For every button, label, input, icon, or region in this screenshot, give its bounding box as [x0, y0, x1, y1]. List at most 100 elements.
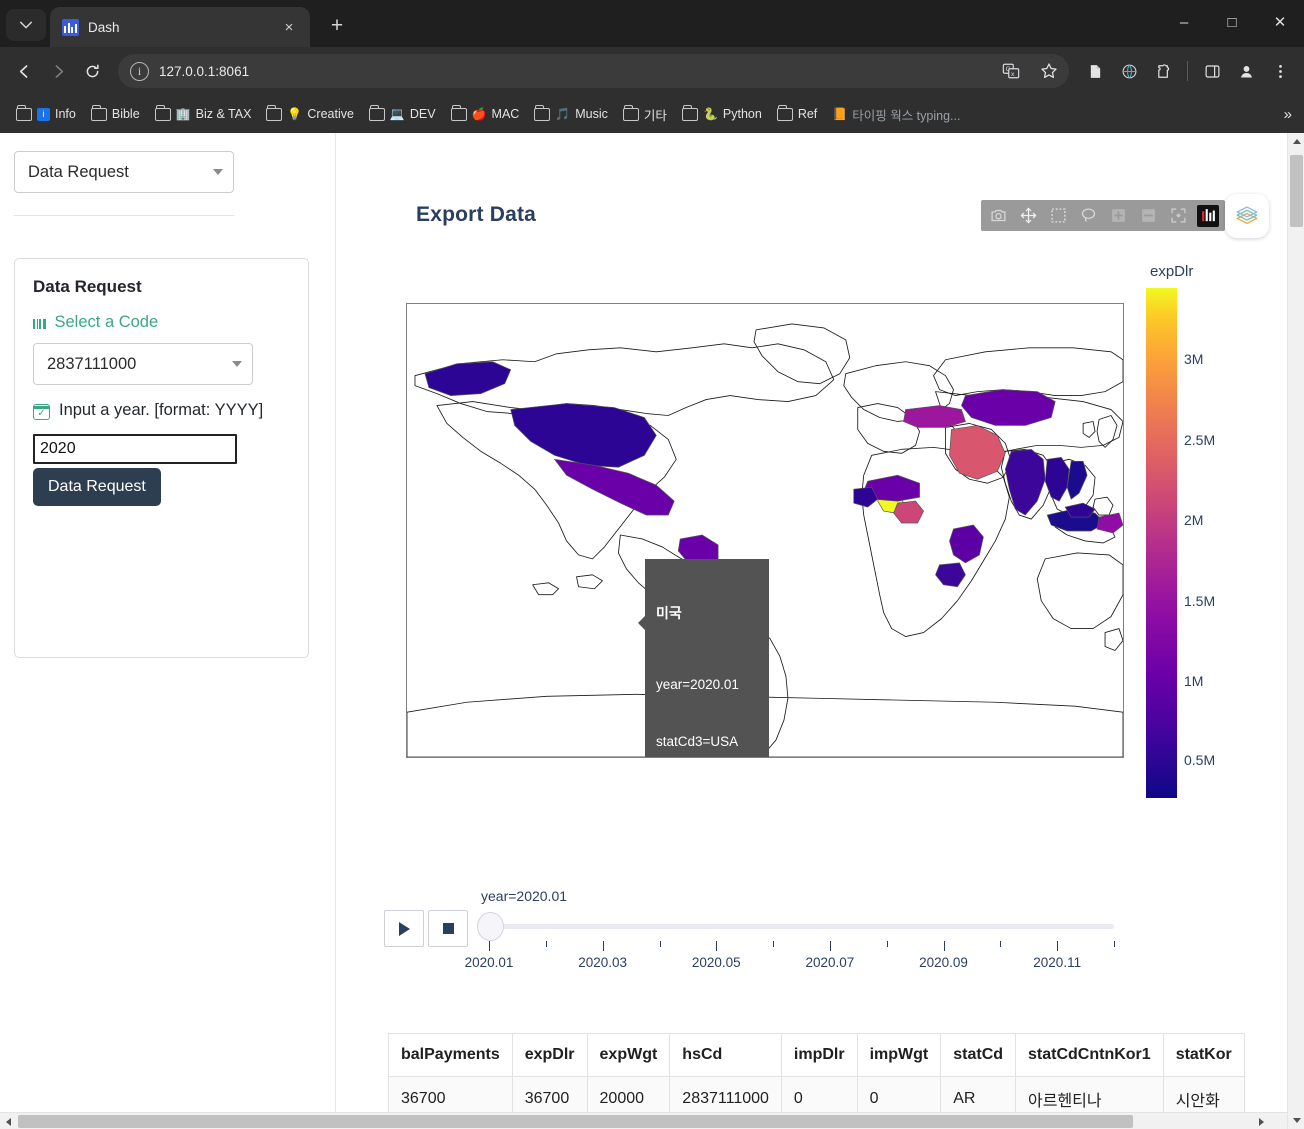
bookmark-item[interactable]: Bible [84, 103, 147, 125]
year-input[interactable] [33, 434, 237, 464]
column-header[interactable]: expWgt [587, 1034, 670, 1077]
map-country-usa[interactable] [511, 404, 657, 468]
bookmark-item[interactable]: i Info [9, 103, 83, 125]
browser-window: Dash × + – □ ✕ i 127.0.0.1:8061 Gx [0, 0, 1304, 1129]
slider-tick-label: 2020.07 [805, 955, 854, 970]
close-icon[interactable]: × [278, 16, 300, 38]
bookmark-item[interactable]: 💻 DEV [362, 103, 443, 125]
bookmarks-overflow-button[interactable]: » [1278, 104, 1298, 125]
page-viewport: Data Request Data Request Select a Code … [0, 133, 1304, 1129]
map-country-turkey[interactable] [904, 406, 966, 428]
scroll-down-arrow[interactable] [1288, 1112, 1304, 1129]
box-select-icon[interactable] [1047, 205, 1069, 227]
reload-icon[interactable] [76, 55, 108, 87]
vertical-scrollbar[interactable] [1287, 133, 1304, 1129]
bookmark-item[interactable]: 🐍 Python [675, 103, 769, 125]
page-select-value: Data Request [28, 163, 213, 182]
bookmark-item[interactable]: 기타 [616, 101, 674, 128]
bookmark-item[interactable]: 🏢 Biz & TAX [148, 103, 259, 125]
map-country-india[interactable] [1005, 449, 1045, 515]
map-country-borneo[interactable] [1065, 503, 1095, 517]
reading-list-icon[interactable] [1079, 55, 1111, 87]
column-header[interactable]: statCd [941, 1034, 1016, 1077]
map-country-papua-new-guinea[interactable] [1097, 513, 1123, 533]
autoscale-icon[interactable] [1167, 205, 1189, 227]
colorbar-tick: 3M [1184, 351, 1203, 367]
animation-slider-handle[interactable] [477, 912, 504, 941]
page-select-dropdown[interactable]: Data Request [14, 151, 234, 193]
map-country-usa-alaska[interactable] [425, 362, 511, 396]
plotly-logo-icon[interactable] [1225, 194, 1269, 238]
building-icon: 🏢 [176, 108, 191, 120]
profile-avatar-icon[interactable] [1230, 55, 1262, 87]
choropleth-map[interactable]: 미국 year=2020.01 statCd3=USA expDlr=173.7… [406, 303, 1124, 758]
browser-tab[interactable]: Dash × [50, 7, 310, 47]
translate-icon[interactable]: Gx [997, 57, 1025, 85]
column-header[interactable]: expDlr [512, 1034, 587, 1077]
colorbar-tick: 1.5M [1184, 593, 1215, 609]
map-country-zimbabwe[interactable] [936, 563, 966, 587]
column-header[interactable]: hsCd [670, 1034, 782, 1077]
address-bar[interactable]: i 127.0.0.1:8061 Gx [118, 54, 1069, 88]
back-arrow-icon[interactable] [8, 55, 40, 87]
chevron-down-icon [232, 361, 242, 367]
column-header[interactable]: impDlr [781, 1034, 857, 1077]
table-cell: 아르헨티나 [1016, 1077, 1164, 1113]
chevron-down-icon [213, 169, 223, 175]
browser-toolbar: i 127.0.0.1:8061 Gx [0, 47, 1304, 95]
data-table[interactable]: balPayments expDlr expWgt hsCd impDlr im… [388, 1033, 1287, 1112]
bookmark-item[interactable]: Ref [770, 103, 824, 125]
bookmark-item[interactable]: 📙 타이핑 웍스 typing... [825, 101, 967, 128]
horizontal-scrollbar[interactable] [0, 1112, 1287, 1129]
column-header[interactable]: statKor [1163, 1034, 1244, 1077]
animation-slider-track[interactable] [489, 924, 1114, 929]
scroll-up-arrow[interactable] [1288, 133, 1304, 150]
bookmark-star-icon[interactable] [1035, 57, 1063, 85]
apple-icon: 🍎 [472, 108, 487, 120]
zoom-in-icon[interactable] [1107, 205, 1129, 227]
maximize-icon[interactable]: □ [1208, 0, 1256, 44]
toolbar-divider [1187, 61, 1188, 81]
extension-globe-icon[interactable] [1113, 55, 1145, 87]
new-tab-button[interactable]: + [322, 11, 352, 41]
colorbar-tick: 2.5M [1184, 432, 1215, 448]
map-country-vietnam[interactable] [1067, 461, 1087, 499]
bookmark-item[interactable]: 💡 Creative [259, 103, 361, 125]
side-panel-icon[interactable] [1196, 55, 1228, 87]
code-select-dropdown[interactable]: 2837111000 [33, 343, 253, 385]
chrome-menu-icon[interactable] [1264, 55, 1296, 87]
stop-button[interactable] [428, 910, 468, 947]
scroll-right-arrow[interactable] [1253, 1113, 1270, 1129]
bookmark-item[interactable]: 🎵 Music [527, 103, 615, 125]
bookmark-label: Music [575, 107, 608, 121]
map-country-tanzania[interactable] [949, 525, 983, 563]
pan-icon[interactable] [1017, 205, 1039, 227]
play-button[interactable] [384, 910, 424, 947]
table-row[interactable]: 36700 36700 20000 2837111000 0 0 AR 아르헨티… [389, 1077, 1245, 1113]
dash-app: Data Request Data Request Select a Code … [0, 133, 1287, 1112]
info-circle-icon[interactable]: i [130, 62, 149, 81]
map-country-kazakhstan[interactable] [961, 390, 1055, 426]
map-country-myanmar[interactable] [1045, 457, 1069, 501]
extensions-puzzle-icon[interactable] [1147, 55, 1179, 87]
minimize-icon[interactable]: – [1160, 0, 1208, 44]
column-header[interactable]: balPayments [389, 1034, 513, 1077]
vertical-scroll-thumb[interactable] [1290, 155, 1303, 227]
lasso-select-icon[interactable] [1077, 205, 1099, 227]
column-header[interactable]: impWgt [857, 1034, 941, 1077]
map-country-mexico[interactable] [555, 459, 675, 515]
sidebar: Data Request Data Request Select a Code … [0, 133, 336, 1112]
tab-search-button[interactable] [6, 9, 46, 41]
colorbar-tick: 1M [1184, 673, 1203, 689]
data-request-button[interactable]: Data Request [33, 468, 161, 506]
zoom-out-icon[interactable] [1137, 205, 1159, 227]
forward-arrow-icon[interactable] [42, 55, 74, 87]
map-country-burkina-faso[interactable] [894, 501, 924, 523]
bookmark-item[interactable]: 🍎 MAC [444, 103, 527, 125]
horizontal-scroll-thumb[interactable] [18, 1115, 1133, 1128]
camera-download-icon[interactable] [987, 205, 1009, 227]
plotly-watermark-icon[interactable] [1197, 205, 1219, 227]
window-close-icon[interactable]: ✕ [1256, 0, 1304, 44]
column-header[interactable]: statCdCntnKor1 [1016, 1034, 1164, 1077]
scroll-left-arrow[interactable] [0, 1113, 17, 1129]
